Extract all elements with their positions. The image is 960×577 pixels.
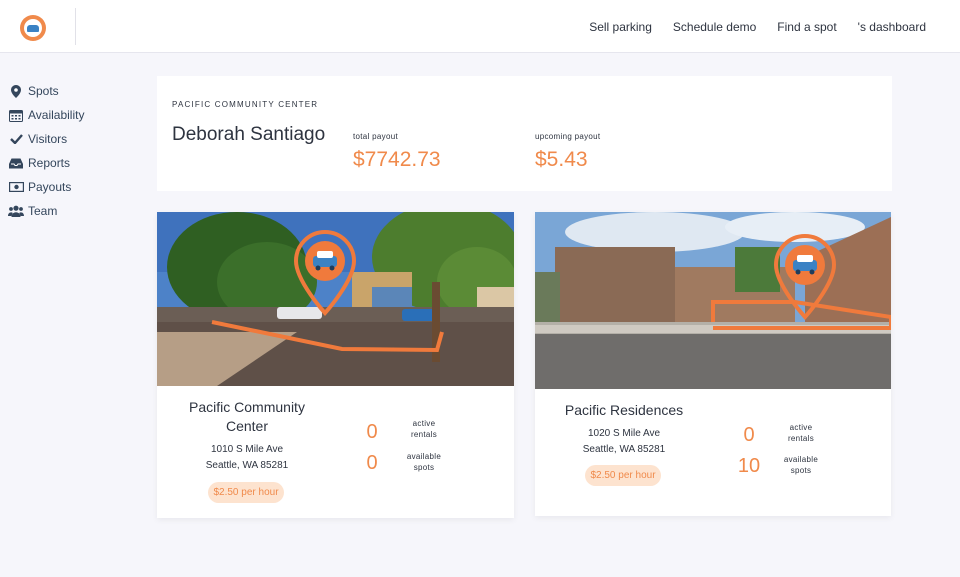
available-spots-label-line-1: available [783, 455, 819, 464]
map-pin-icon [8, 84, 24, 98]
address-line-2: Seattle, WA 85281 [205, 460, 289, 471]
location-address: 1010 S Mile Ave Seattle, WA 85281 [177, 442, 317, 474]
available-spots-label: available spots [396, 451, 452, 473]
location-name-line-1: Pacific Residences [564, 402, 684, 418]
user-name: Deborah Santiago [172, 124, 326, 145]
location-address: 1020 S Mile Ave Seattle, WA 85281 [554, 426, 694, 458]
nav-sell-parking[interactable]: Sell parking [589, 20, 652, 34]
top-nav: Sell parking Schedule demo Find a spot '… [589, 20, 926, 34]
active-rentals-count: 0 [743, 424, 755, 446]
sidebar-item-reports[interactable]: Reports [8, 151, 148, 175]
location-name-line-1: Pacific Community [189, 399, 305, 415]
location-card[interactable]: Pacific Community Center 1010 S Mile Ave… [157, 212, 514, 518]
address-line-1: 1010 S Mile Ave [210, 444, 284, 455]
location-photo [157, 212, 514, 386]
sidebar-item-label: Availability [28, 108, 85, 122]
available-spots-label-line-2: spots [413, 463, 435, 472]
upcoming-payout-value: $5.43 [535, 148, 588, 171]
sidebar: Spots Availability Visitors Reports Payo… [8, 79, 148, 223]
money-bill-icon [8, 180, 24, 194]
available-spots-label-line-1: available [406, 452, 442, 461]
sidebar-item-visitors[interactable]: Visitors [8, 127, 148, 151]
nav-dashboard[interactable]: 's dashboard [858, 20, 926, 34]
location-name: Pacific Residences [554, 401, 694, 420]
logo[interactable] [20, 15, 46, 41]
location-name-line-2: Center [225, 418, 269, 434]
total-payout-label: total payout [353, 132, 398, 141]
available-spots-label: available spots [773, 454, 829, 476]
address-line-2: Seattle, WA 85281 [582, 444, 666, 455]
check-icon [8, 132, 24, 146]
total-payout-value: $7742.73 [353, 148, 441, 171]
active-rentals-label-line-1: active [789, 423, 813, 432]
nav-schedule-demo[interactable]: Schedule demo [673, 20, 756, 34]
available-spots-count: 10 [737, 455, 761, 477]
logo-car-icon [24, 19, 42, 37]
nav-find-a-spot[interactable]: Find a spot [777, 20, 836, 34]
summary-card: Pacific Community Center Deborah Santiag… [157, 76, 892, 191]
active-rentals-label-line-1: active [412, 419, 436, 428]
sidebar-item-label: Reports [28, 156, 71, 170]
sidebar-item-spots[interactable]: Spots [8, 79, 148, 103]
sidebar-item-payouts[interactable]: Payouts [8, 175, 148, 199]
active-rentals-label-line-2: rentals [410, 430, 438, 439]
active-rentals-label-line-2: rentals [787, 434, 815, 443]
divider [75, 8, 76, 45]
rate-badge: $2.50 per hour [208, 482, 284, 503]
sidebar-item-availability[interactable]: Availability [8, 103, 148, 127]
sidebar-item-label: Spots [28, 84, 59, 98]
active-rentals-count: 0 [366, 421, 378, 443]
upcoming-payout-label: upcoming payout [535, 132, 601, 141]
users-icon [8, 204, 24, 218]
active-rentals-label: active rentals [396, 418, 452, 440]
available-spots-label-line-2: spots [790, 466, 812, 475]
location-name: Pacific Community Center [177, 398, 317, 436]
sidebar-item-label: Team [28, 204, 58, 218]
location-card[interactable]: Pacific Residences 1020 S Mile Ave Seatt… [535, 212, 891, 516]
rate-badge: $2.50 per hour [585, 465, 661, 486]
inbox-icon [8, 156, 24, 170]
active-rentals-label: active rentals [773, 422, 829, 444]
top-bar: Sell parking Schedule demo Find a spot '… [0, 0, 960, 53]
location-photo [535, 212, 891, 389]
sidebar-item-label: Visitors [28, 132, 68, 146]
sidebar-item-team[interactable]: Team [8, 199, 148, 223]
address-line-1: 1020 S Mile Ave [587, 428, 661, 439]
available-spots-count: 0 [366, 452, 378, 474]
sidebar-item-label: Payouts [28, 180, 72, 194]
organization-name: Pacific Community Center [172, 100, 319, 109]
calendar-icon [8, 108, 24, 122]
